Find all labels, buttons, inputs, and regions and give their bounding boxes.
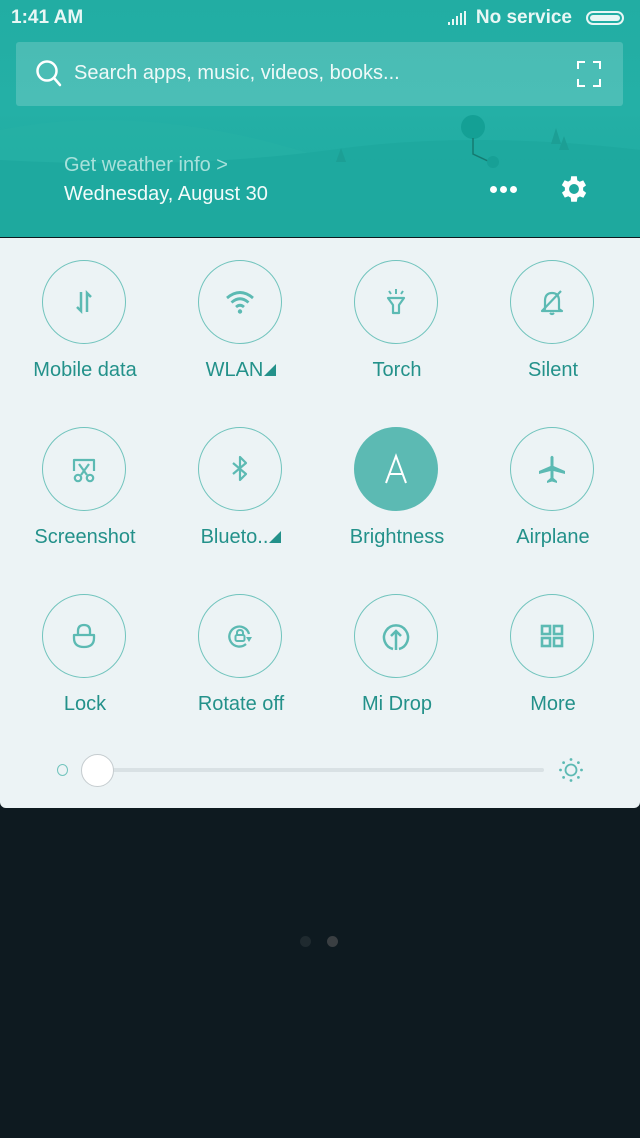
search-input[interactable]: Search apps, music, videos, books... bbox=[74, 62, 400, 85]
mi-drop-icon bbox=[382, 624, 410, 651]
toggle-label: Torch bbox=[372, 359, 422, 381]
toggle-silent[interactable]: Silent bbox=[473, 238, 633, 388]
toggle-screenshot[interactable]: Screenshot bbox=[5, 405, 165, 555]
brightness-slider[interactable] bbox=[0, 746, 640, 787]
search-icon bbox=[36, 60, 62, 87]
silent-bell-icon bbox=[540, 290, 564, 316]
toggle-label: Screenshot bbox=[34, 526, 136, 548]
toggle-label: Mobile data bbox=[33, 359, 137, 381]
airplane-icon bbox=[539, 455, 565, 483]
toggle-torch[interactable]: Torch bbox=[317, 238, 477, 388]
scan-icon[interactable] bbox=[577, 61, 601, 87]
submenu-indicator-icon[interactable] bbox=[269, 531, 282, 543]
toggle-mi-drop[interactable]: Mi Drop bbox=[317, 572, 477, 722]
service-status: No service bbox=[475, 7, 572, 28]
status-bar: 1:41 AM No service bbox=[0, 0, 640, 36]
toggle-rotate[interactable]: Rotate off bbox=[161, 572, 321, 722]
weather-link[interactable]: Get weather info > bbox=[64, 154, 228, 177]
signal-bars-icon bbox=[447, 11, 466, 25]
toggle-label: Brightness bbox=[349, 526, 445, 548]
bluetooth-icon bbox=[232, 455, 248, 482]
toggle-label: More bbox=[530, 693, 576, 715]
gear-icon[interactable] bbox=[557, 172, 591, 206]
toggle-label: Blueto.. bbox=[200, 526, 269, 548]
toggle-lock[interactable]: Lock bbox=[5, 572, 165, 722]
date-text: Wednesday, August 30 bbox=[64, 183, 268, 205]
auto-brightness-icon bbox=[385, 453, 407, 484]
toggle-wlan[interactable]: WLAN bbox=[161, 238, 321, 388]
page-dot-active[interactable] bbox=[327, 936, 338, 947]
brightness-high-icon bbox=[559, 758, 583, 782]
battery-icon bbox=[586, 11, 624, 25]
more-dots-icon[interactable] bbox=[490, 186, 517, 193]
lock-icon bbox=[72, 623, 96, 649]
submenu-indicator-icon[interactable] bbox=[264, 364, 277, 376]
toggle-mobile-data[interactable]: Mobile data bbox=[5, 238, 165, 388]
page-dot[interactable] bbox=[300, 936, 311, 947]
toggle-label: Rotate off bbox=[197, 693, 285, 715]
rotate-lock-icon bbox=[228, 625, 252, 648]
toggle-brightness[interactable]: Brightness bbox=[317, 405, 477, 555]
slider-track[interactable] bbox=[97, 768, 544, 772]
grid-icon bbox=[540, 624, 564, 648]
screenshot-scissors-icon bbox=[72, 458, 96, 483]
slider-thumb[interactable] bbox=[81, 754, 114, 787]
mobile-data-icon bbox=[76, 289, 92, 315]
toggle-more[interactable]: More bbox=[473, 572, 633, 722]
status-time: 1:41 AM bbox=[11, 7, 84, 28]
brightness-low-icon bbox=[57, 764, 68, 776]
search-bar[interactable]: Search apps, music, videos, books... bbox=[16, 42, 623, 106]
toggle-label: Silent bbox=[527, 359, 579, 381]
toggle-bluetooth[interactable]: Blueto.. bbox=[161, 405, 321, 555]
notification-header: 1:41 AM No service Search apps, music, v… bbox=[0, 0, 640, 237]
toggle-label: WLAN bbox=[205, 359, 264, 381]
wifi-icon bbox=[226, 291, 254, 314]
page-indicator bbox=[300, 936, 338, 947]
toggle-label: Lock bbox=[63, 693, 107, 715]
toggle-label: Airplane bbox=[516, 526, 590, 548]
toggle-airplane[interactable]: Airplane bbox=[473, 405, 633, 555]
torch-icon bbox=[386, 289, 406, 315]
toggle-label: Mi Drop bbox=[361, 693, 432, 715]
quick-settings-panel: Mobile data WLAN Torch Silent Screenshot… bbox=[0, 238, 640, 808]
